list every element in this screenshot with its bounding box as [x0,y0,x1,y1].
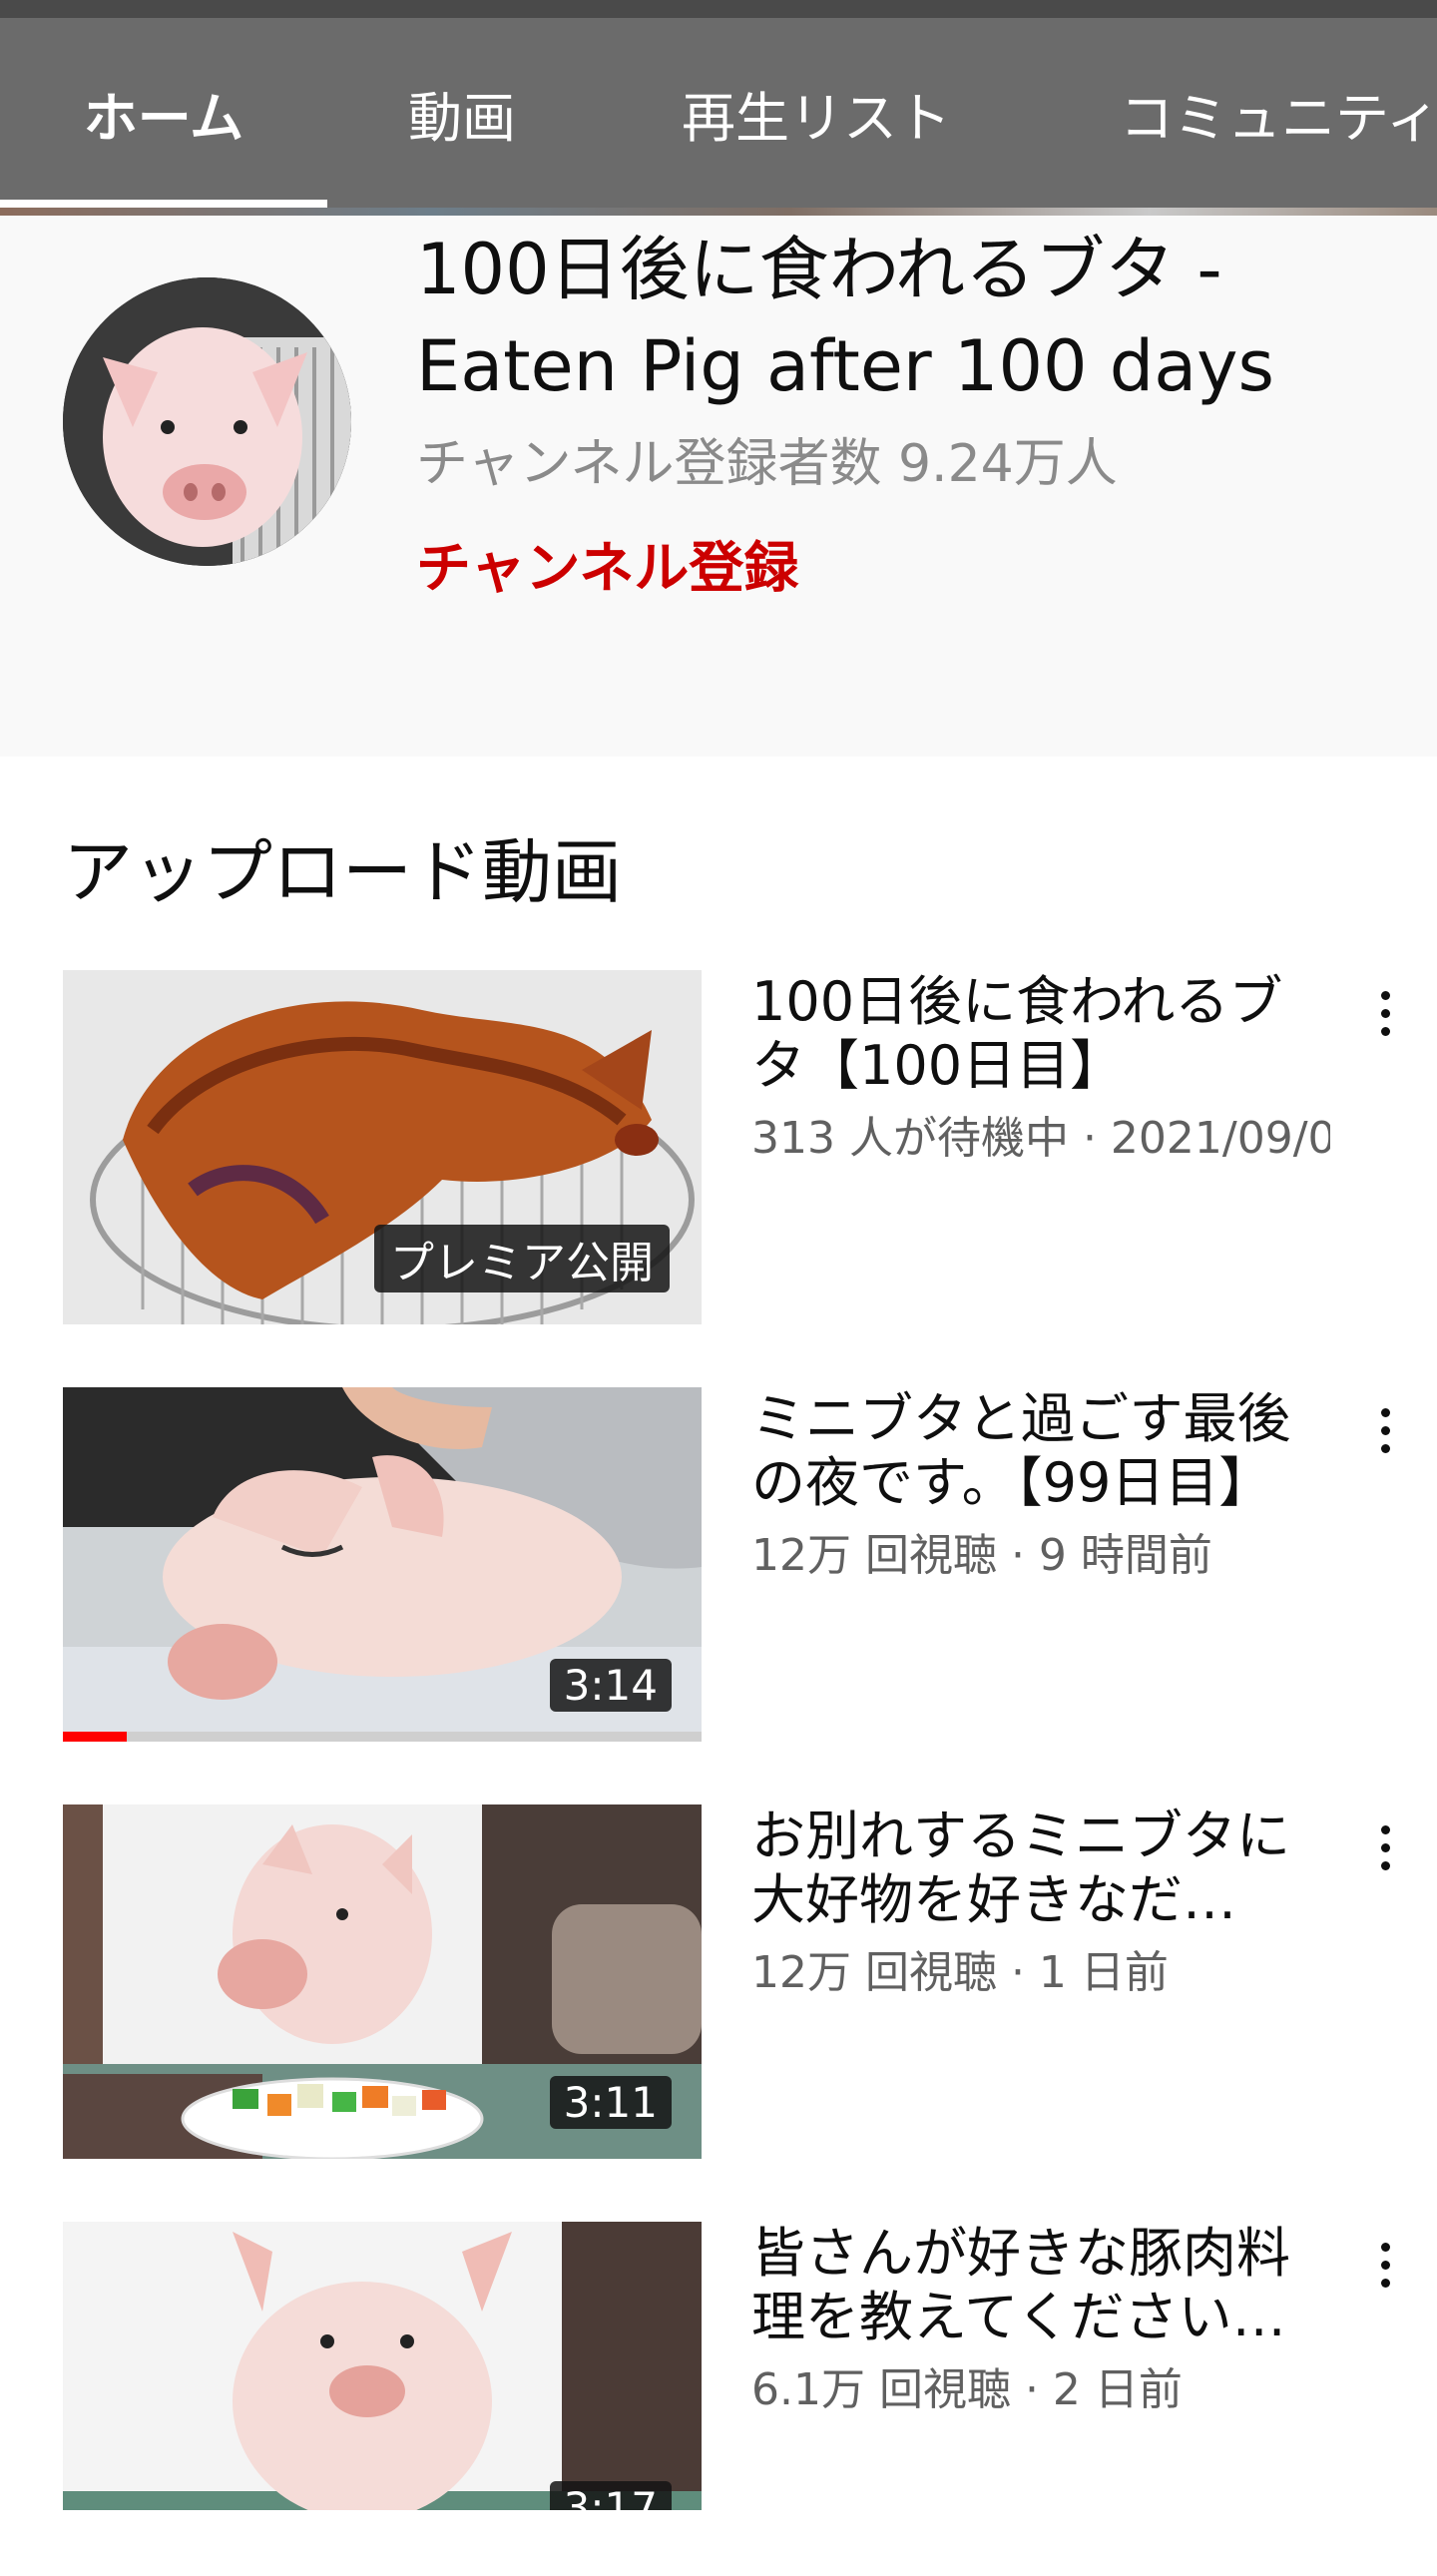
video-meta: 6.1万 回視聴 · 2 日前 [751,2364,1183,2415]
tab-videos[interactable]: 動画 [327,18,597,208]
video-title[interactable]: ミニブタと過ごす最後の夜です。【99日目】 [751,1387,1310,1515]
video-title[interactable]: お別れするミニブタに大好物を好きなだ… [751,1804,1310,1932]
duration-badge: 3:11 [549,2076,672,2129]
watch-progress-bar [63,1732,702,1742]
video-meta: 313 人が待機中 · 2021/09/0 [751,1113,1330,1164]
roast-pig-thumbnail[interactable]: プレミア公開 [63,970,702,1324]
tab-home[interactable]: ホーム [0,18,327,208]
subscriber-count: チャンネル登録者数 9.24万人 [416,434,1118,494]
sleeping-pig-thumbnail[interactable]: 3:14 [63,1387,702,1742]
channel-header: 100日後に食われるブタ - Eaten Pig after 100 days … [0,216,1437,757]
channel-banner [0,208,1437,216]
duration-badge: 3:14 [549,1659,672,1712]
more-options-icon[interactable] [1360,978,1410,1048]
video-title[interactable]: 100日後に食われるブタ【100日目】 [751,970,1310,1098]
status-bar [0,0,1437,18]
video-item[interactable]: 3:14 ミニブタと過ごす最後の夜です。【99日目】 12万 回視聴 · 9 時… [63,1387,1430,1742]
video-item[interactable]: 3:11 お別れするミニブタに大好物を好きなだ… 12万 回視聴 · 1 日前 [63,1804,1430,2159]
channel-tab-bar: ホーム 動画 再生リスト コミュニティ [0,18,1437,208]
uploads-section-title: アップロード動画 [63,831,622,913]
active-tab-indicator [0,200,327,208]
video-item[interactable]: 3:17 皆さんが好きな豚肉料理を教えてください… 6.1万 回視聴 · 2 日… [63,2222,1430,2576]
pig-avatar-icon[interactable] [63,277,351,566]
duration-badge: 3:17 [549,2481,672,2510]
video-title[interactable]: 皆さんが好きな豚肉料理を教えてください… [751,2222,1310,2349]
video-meta: 12万 回視聴 · 9 時間前 [751,1530,1212,1581]
video-meta: 12万 回視聴 · 1 日前 [751,1947,1169,1998]
channel-title: 100日後に食われるブタ - Eaten Pig after 100 days [416,229,1274,407]
watch-progress-fill [63,1732,127,1742]
more-options-icon[interactable] [1360,1395,1410,1465]
tab-playlists[interactable]: 再生リスト [597,18,1036,208]
pig-eating-vegetables-thumbnail[interactable]: 3:11 [63,1804,702,2159]
subscribe-button[interactable]: チャンネル登録 [416,523,798,603]
premiere-badge: プレミア公開 [374,1225,670,1292]
video-item[interactable]: プレミア公開 100日後に食われるブタ【100日目】 313 人が待機中 · 2… [63,970,1430,1324]
more-options-icon[interactable] [1360,1812,1410,1882]
more-options-icon[interactable] [1360,2230,1410,2300]
standing-pig-thumbnail[interactable]: 3:17 [63,2222,702,2510]
tab-community[interactable]: コミュニティ [1036,18,1437,208]
